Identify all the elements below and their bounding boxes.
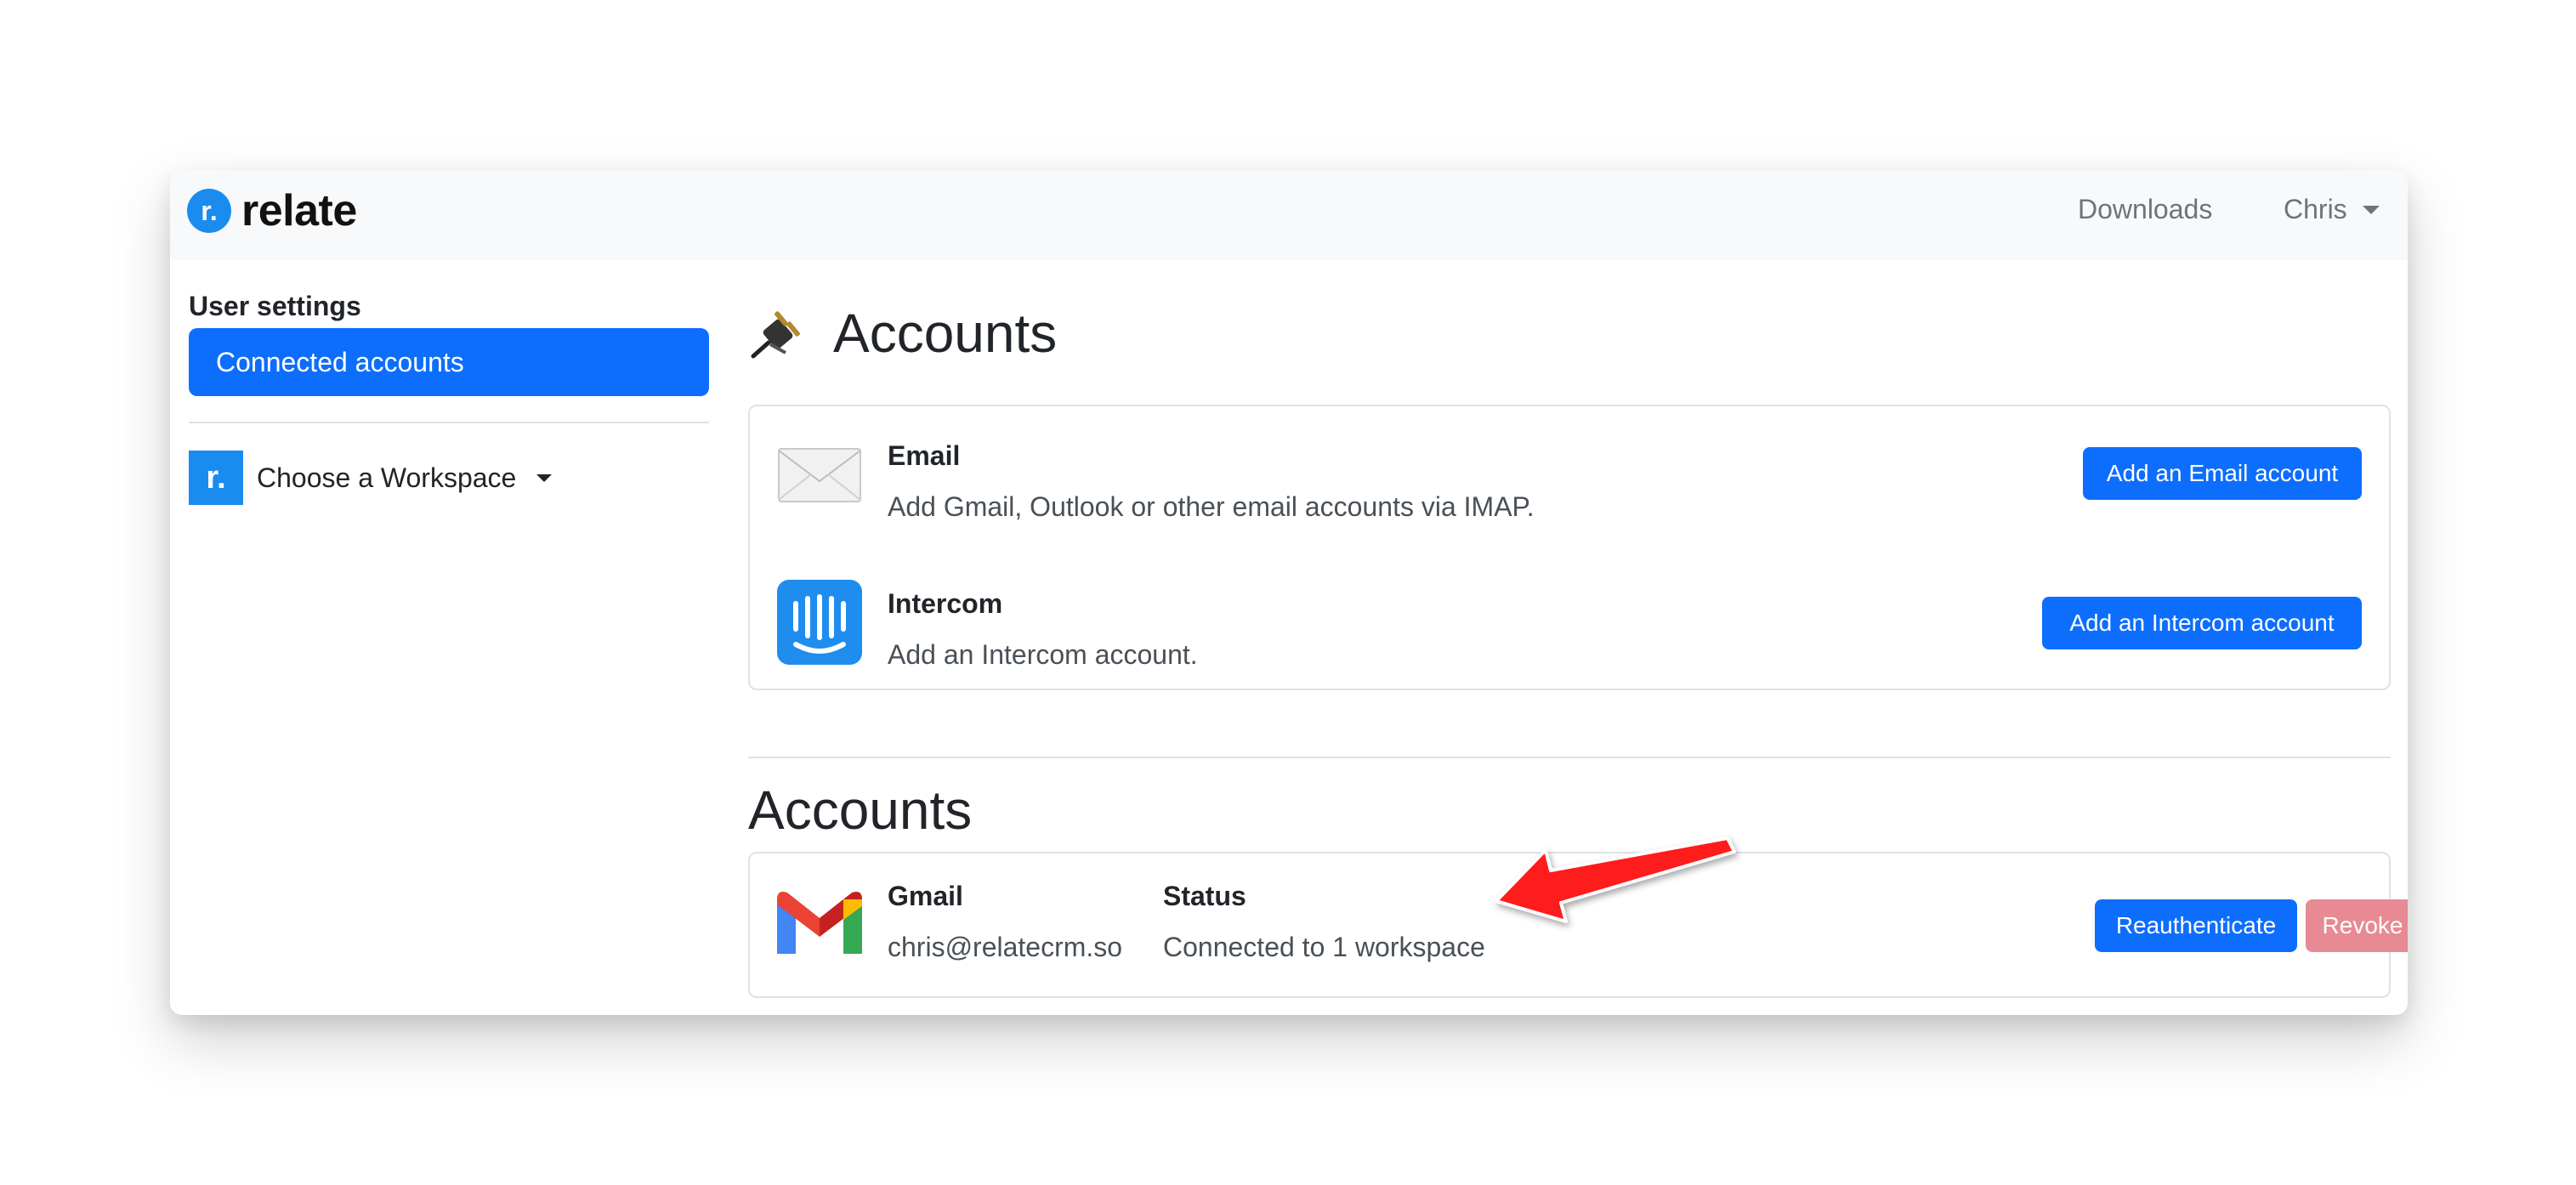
account-status-label: Status [1163,881,1246,911]
user-name: Chris [2284,194,2347,224]
caret-down-icon [2362,205,2380,214]
reauthenticate-button[interactable]: Reauthenticate [2095,899,2297,952]
providers-card: Email Add Gmail, Outlook or other email … [748,405,2391,690]
workspace-logo-icon: r. [189,451,243,505]
intercom-icon [777,580,862,665]
envelope-icon [778,448,861,502]
account-status: Connected to 1 workspace [1163,932,1485,962]
accounts-section-title: Accounts [748,780,973,841]
navbar: r. relate Downloads Chris [170,170,2408,260]
provider-description: Add Gmail, Outlook or other email accoun… [888,491,1535,522]
sidebar-divider [189,422,709,423]
caret-down-icon [536,473,553,482]
provider-row-email: Email Add Gmail, Outlook or other email … [750,423,2389,525]
provider-description: Add an Intercom account. [888,639,1198,670]
provider-title: Intercom [888,588,1003,619]
user-menu-dropdown[interactable]: Chris [2284,194,2380,225]
brand-link[interactable]: r. relate [187,186,357,235]
page-heading: Accounts [833,303,1058,364]
nav-downloads-link[interactable]: Downloads [2078,194,2212,225]
account-provider: Gmail [888,881,963,911]
app-window: r. relate Downloads Chris User settings … [170,170,2408,1015]
brand-name: relate [241,186,357,235]
plug-icon [751,311,800,359]
annotation-arrow-icon [1495,836,1736,923]
workspace-label: Choose a Workspace [257,462,517,493]
add-intercom-account-button[interactable]: Add an Intercom account [2042,597,2362,649]
brand-logo-icon: r. [187,189,231,233]
page-title: Accounts [748,299,1057,367]
workspace-selector[interactable]: r. Choose a Workspace [189,451,553,505]
sidebar-item-connected-accounts[interactable]: Connected accounts [189,328,709,396]
provider-row-intercom: Intercom Add an Intercom account. Add an… [750,571,2389,673]
section-divider [748,757,2391,758]
provider-title: Email [888,440,961,471]
revoke-button[interactable]: Revoke [2306,899,2408,952]
add-email-account-button[interactable]: Add an Email account [2083,447,2362,500]
sidebar-heading: User settings [189,291,361,321]
gmail-icon [777,892,862,954]
account-email: chris@relatecrm.so [888,932,1123,962]
